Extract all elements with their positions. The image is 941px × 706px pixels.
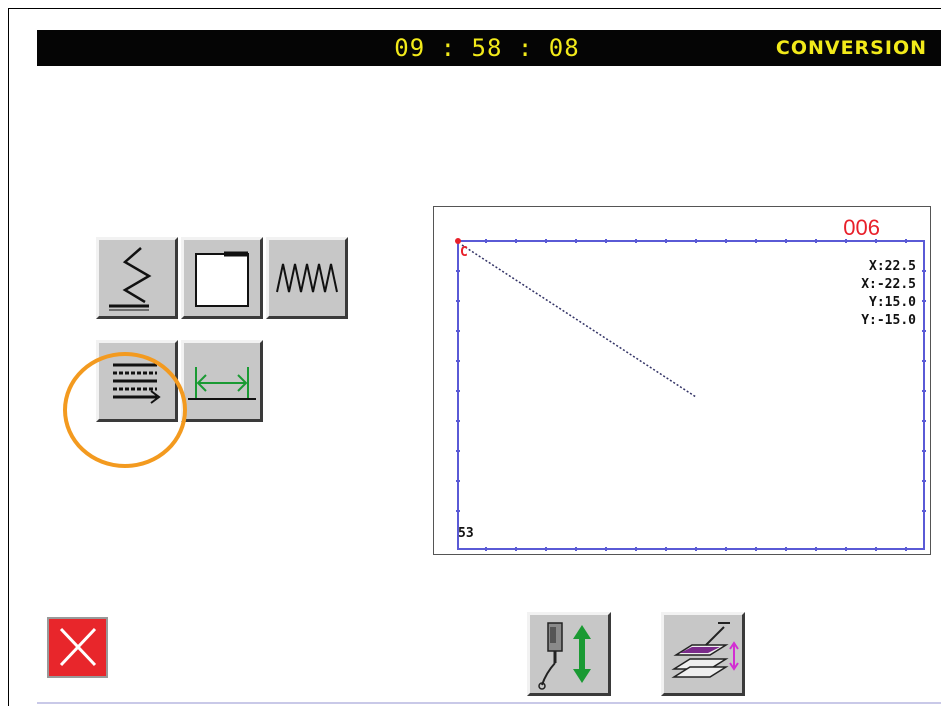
- frame-border-top: [8, 8, 941, 9]
- footer-divider: [37, 702, 941, 704]
- coord-y-minus: Y:-15.0: [861, 313, 916, 328]
- cancel-x-icon: [59, 627, 97, 667]
- coord-x-minus: X:-22.5: [861, 277, 916, 292]
- zigzag-icon: [109, 247, 152, 311]
- width-arrows-icon: [188, 367, 256, 400]
- stitch-path-line: [461, 244, 697, 398]
- clock: 09 : 58 : 08: [394, 34, 580, 62]
- pattern-grid: [455, 238, 926, 551]
- grid-ticks: [456, 239, 926, 551]
- rectangle-icon: [195, 251, 249, 307]
- start-point-marker: [455, 238, 461, 244]
- stitch-count: 53: [458, 526, 474, 541]
- rectangle-mode-button[interactable]: [181, 237, 263, 319]
- coord-y-plus: Y:15.0: [869, 295, 916, 310]
- needle-up-down-icon: [538, 622, 591, 690]
- presser-lift-button[interactable]: [661, 612, 745, 696]
- pattern-preview-panel: 006 C X:22.5 X:-22.5 Y:15.0 Y:-15.0 53: [433, 206, 931, 555]
- width-mode-button[interactable]: [181, 340, 263, 422]
- needle-up-down-button[interactable]: [527, 612, 611, 696]
- coord-x-plus: X:22.5: [869, 259, 916, 274]
- zigzag-mode-button[interactable]: [96, 237, 178, 319]
- multi-zigzag-mode-button[interactable]: [266, 237, 348, 319]
- origin-marker: C: [460, 245, 468, 260]
- presser-lift-icon: [671, 622, 739, 678]
- cancel-button[interactable]: [47, 617, 108, 678]
- title-bar: 09 : 58 : 08 CONVERSION: [37, 30, 941, 66]
- frame-border-left: [8, 8, 9, 706]
- multi-zigzag-icon: [276, 263, 338, 293]
- mode-title: CONVERSION: [775, 37, 927, 59]
- selection-highlight-circle: [63, 352, 187, 468]
